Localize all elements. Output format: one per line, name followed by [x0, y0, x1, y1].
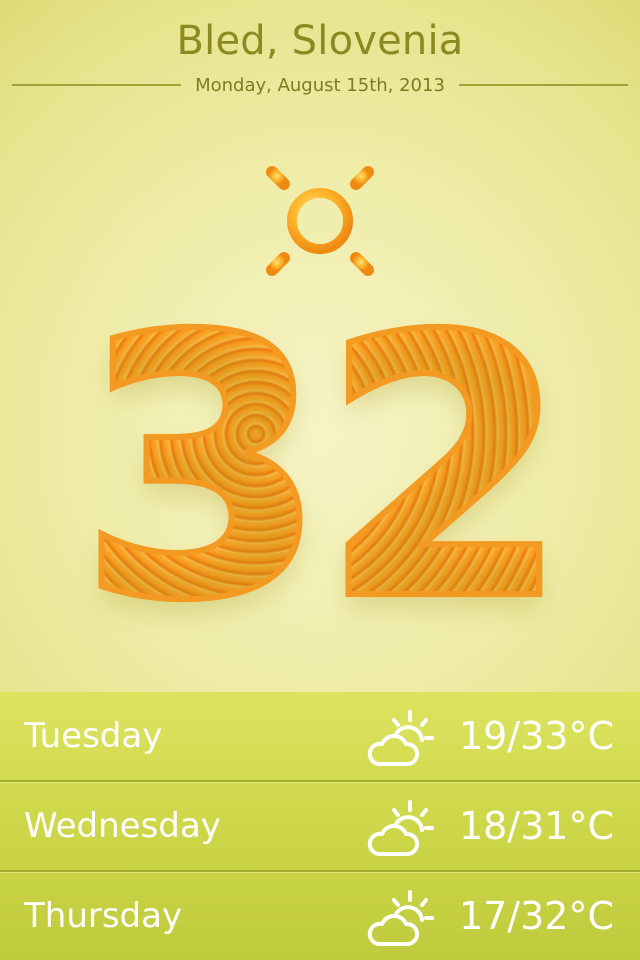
forecast-day: Tuesday [24, 716, 163, 756]
forecast-list: Tuesday 19/33°C Wednesday 18/31°C Thursd… [0, 692, 640, 960]
partly-cloudy-icon [367, 710, 434, 766]
current-weather: 32 [0, 130, 640, 690]
forecast-range: 19/33°C [458, 714, 614, 758]
city-title: Bled, Slovenia [176, 18, 464, 64]
current-date: Monday, August 15th, 2013 [195, 74, 445, 96]
current-temperature: 32 [0, 287, 640, 653]
forecast-row-wednesday[interactable]: Wednesday 18/31°C [0, 782, 640, 872]
partly-cloudy-icon [367, 890, 434, 946]
date-row: Monday, August 15th, 2013 [12, 70, 628, 100]
partly-cloudy-icon [367, 800, 434, 856]
header: Bled, Slovenia Monday, August 15th, 2013 [0, 0, 640, 110]
forecast-day: Thursday [24, 896, 183, 936]
forecast-range: 18/31°C [458, 804, 614, 848]
right-divider [458, 84, 628, 86]
left-divider [12, 84, 182, 86]
forecast-range: 17/32°C [458, 894, 614, 938]
forecast-day: Wednesday [24, 806, 221, 846]
forecast-row-thursday[interactable]: Thursday 17/32°C [0, 872, 640, 960]
forecast-row-tuesday[interactable]: Tuesday 19/33°C [0, 692, 640, 782]
